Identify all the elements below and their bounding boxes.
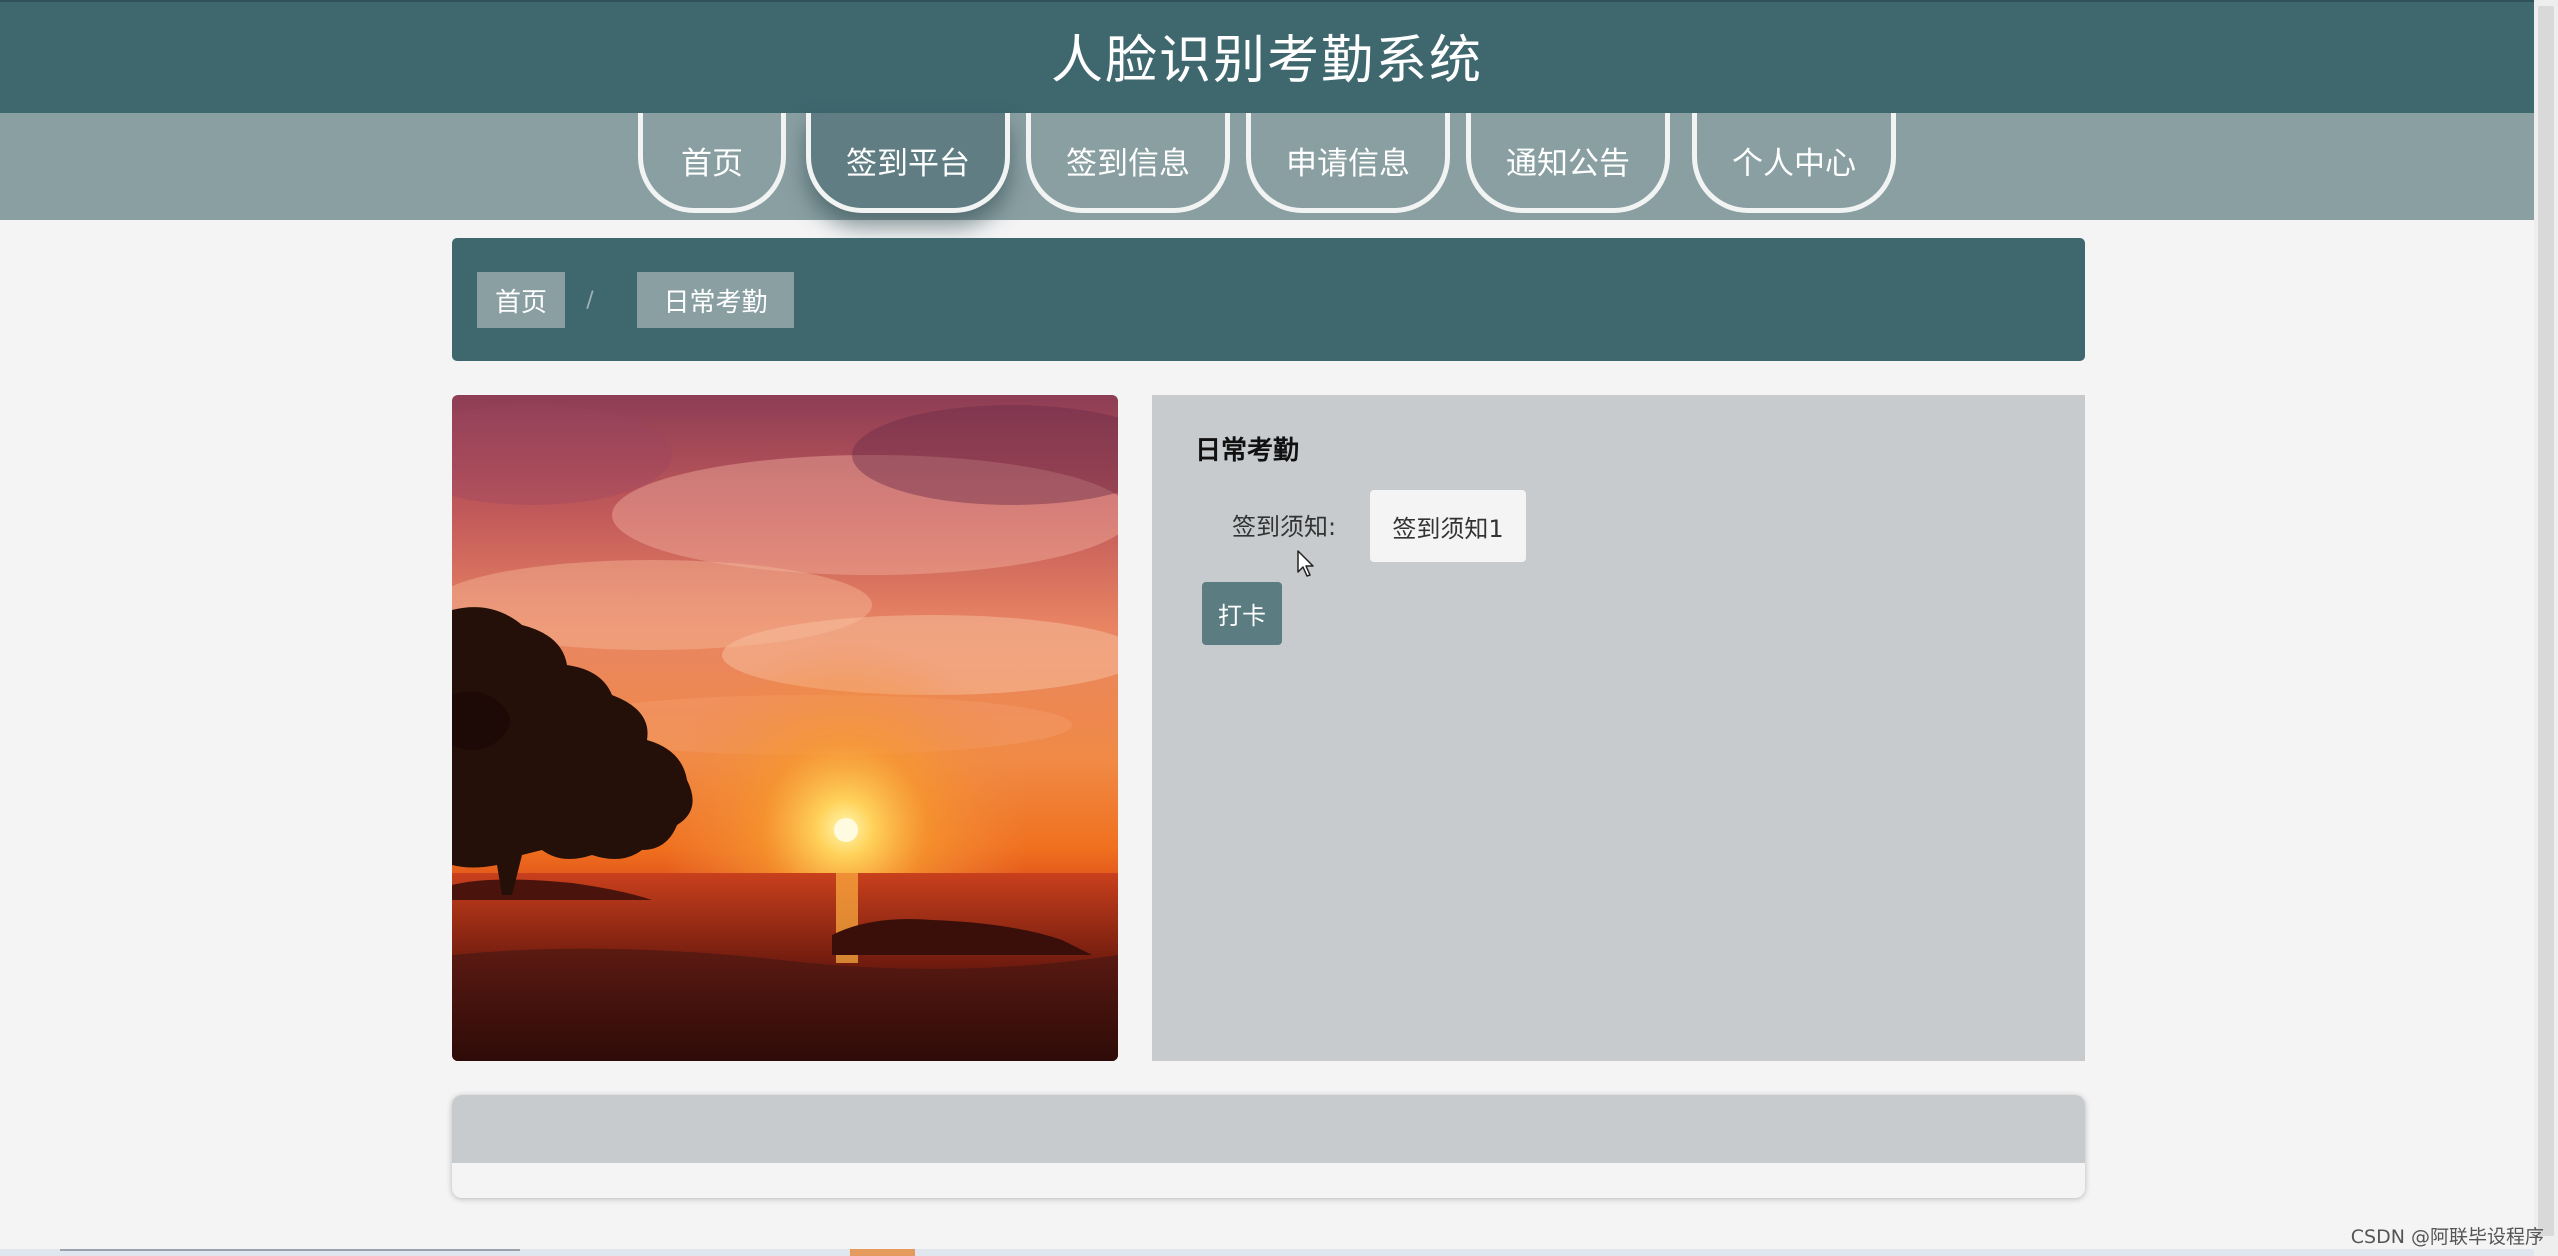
main-nav: 首页 签到平台 签到信息 申请信息 通知公告 个人中心 — [0, 113, 2534, 220]
taskbar-segment — [60, 1249, 520, 1256]
sunset-image — [452, 395, 1118, 1061]
notice-value: 签到须知1 — [1370, 490, 1526, 562]
footer-card-header — [452, 1095, 2085, 1163]
vertical-scrollbar[interactable] — [2534, 0, 2558, 1256]
taskbar-strip — [0, 1249, 2534, 1256]
breadcrumb-home[interactable]: 首页 — [477, 272, 565, 328]
sunset-photo — [452, 395, 1118, 1061]
breadcrumb-current: 日常考勤 — [637, 272, 794, 328]
site-header: 人脸识别考勤系统 — [0, 0, 2534, 113]
nav-item-application-info[interactable]: 申请信息 — [1246, 113, 1450, 213]
panel-title: 日常考勤 — [1195, 436, 1300, 466]
notice-label: 签到须知: — [1232, 513, 1337, 541]
breadcrumb: 首页 / 日常考勤 — [452, 238, 2085, 361]
nav-item-checkin-info[interactable]: 签到信息 — [1026, 113, 1230, 213]
breadcrumb-separator: / — [586, 287, 594, 313]
site-title: 人脸识别考勤系统 — [1050, 31, 1483, 91]
checkin-panel: 日常考勤 签到须知: 签到须知1 打卡 — [1152, 395, 2085, 1061]
taskbar-segment-highlight — [850, 1249, 915, 1256]
mouse-cursor-icon — [1297, 550, 1315, 582]
checkin-button[interactable]: 打卡 — [1202, 582, 1282, 645]
nav-item-notices[interactable]: 通知公告 — [1466, 113, 1670, 213]
nav-item-personal-center[interactable]: 个人中心 — [1692, 113, 1896, 213]
nav-item-checkin-platform[interactable]: 签到平台 — [806, 113, 1010, 213]
scrollbar-thumb[interactable] — [2538, 6, 2554, 1236]
watermark: CSDN @阿联毕设程序 — [2350, 1226, 2544, 1248]
footer-card — [452, 1095, 2085, 1198]
nav-item-home[interactable]: 首页 — [638, 113, 786, 213]
